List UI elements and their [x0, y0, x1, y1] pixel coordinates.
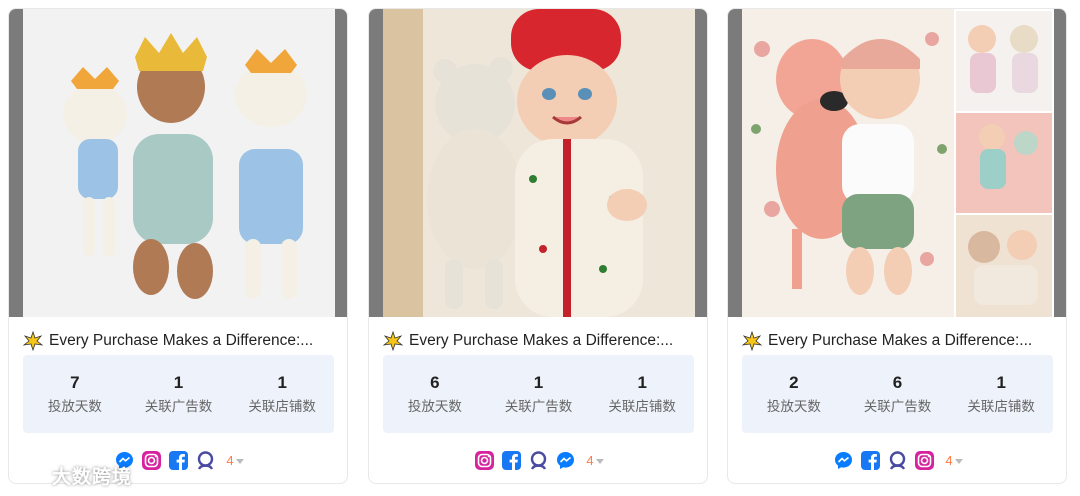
stat-label: 关联店铺数 [248, 399, 316, 414]
ad-creative-image [383, 9, 695, 317]
platform-icons: 4 [369, 449, 707, 471]
more-platforms-count: 4 [586, 452, 594, 468]
ad-stats-panel: 7 投放天数 1 关联广告数 1 关联店铺数 [23, 355, 334, 433]
ad-title-row[interactable]: Every Purchase Makes a Difference:... [742, 330, 1056, 352]
stat-delivery-days: 2 投放天数 [742, 355, 846, 433]
instagram-icon[interactable] [141, 450, 162, 471]
ad-card-grid: Every Purchase Makes a Difference:... 7 … [0, 0, 1080, 496]
more-platforms-count: 4 [226, 452, 234, 468]
stat-delivery-days: 7 投放天数 [23, 355, 127, 433]
brand-watermark: 大数跨境 [8, 460, 132, 490]
stat-linked-ads: 6 关联广告数 [846, 355, 950, 433]
stat-label: 投放天数 [407, 399, 462, 414]
sparkle-icon [742, 331, 762, 351]
watermark-text: 大数跨境 [52, 466, 133, 488]
ad-creative-media[interactable] [728, 9, 1066, 317]
stat-label: 关联广告数 [144, 399, 213, 414]
sparkle-icon [383, 331, 403, 351]
watermark-logo-icon [9, 465, 47, 484]
stat-label: 投放天数 [766, 399, 821, 414]
ad-title-row[interactable]: Every Purchase Makes a Difference:... [383, 330, 697, 352]
more-platforms-dropdown[interactable]: 4 [586, 452, 604, 468]
messenger-icon[interactable] [833, 450, 854, 471]
ad-title-row[interactable]: Every Purchase Makes a Difference:... [23, 330, 337, 352]
audience-network-icon[interactable] [887, 450, 908, 471]
stat-value: 7 [70, 373, 80, 392]
ad-title: Every Purchase Makes a Difference:... [768, 332, 1033, 349]
stat-value: 2 [789, 373, 799, 392]
facebook-icon[interactable] [501, 450, 522, 471]
facebook-icon[interactable] [168, 450, 189, 471]
stat-value: 6 [892, 373, 903, 392]
caret-down-icon [235, 458, 244, 464]
ad-card-1[interactable]: Every Purchase Makes a Difference:... 7 … [8, 8, 348, 484]
messenger-icon[interactable] [555, 450, 576, 471]
ad-title: Every Purchase Makes a Difference:... [49, 332, 314, 349]
stat-label: 投放天数 [47, 399, 102, 414]
ad-creative-image [742, 9, 1054, 317]
stat-value: 1 [173, 373, 184, 392]
stat-value: 1 [277, 373, 287, 392]
ad-creative-media[interactable] [9, 9, 347, 317]
platform-icons: 4 [728, 449, 1066, 471]
stat-label: 关联店铺数 [967, 399, 1035, 414]
facebook-icon[interactable] [860, 450, 881, 471]
stat-value: 1 [996, 373, 1006, 392]
stat-linked-stores: 1 关联店铺数 [230, 355, 334, 433]
instagram-icon[interactable] [914, 450, 935, 471]
sparkle-icon [23, 331, 43, 351]
ad-card-2[interactable]: Every Purchase Makes a Difference:... 6 … [368, 8, 708, 484]
ad-title: Every Purchase Makes a Difference:... [409, 332, 674, 349]
stat-linked-stores: 1 关联店铺数 [590, 355, 694, 433]
audience-network-icon[interactable] [195, 450, 216, 471]
stat-delivery-days: 6 投放天数 [383, 355, 487, 433]
stat-value: 1 [533, 373, 544, 392]
ad-creative-image [23, 9, 335, 317]
ad-card-3[interactable]: Every Purchase Makes a Difference:... 2 … [727, 8, 1067, 484]
instagram-icon[interactable] [474, 450, 495, 471]
stat-linked-ads: 1 关联广告数 [487, 355, 591, 433]
stat-linked-stores: 1 关联店铺数 [949, 355, 1053, 433]
more-platforms-dropdown[interactable]: 4 [945, 452, 963, 468]
caret-down-icon [954, 458, 963, 464]
caret-down-icon [595, 458, 604, 464]
ad-creative-media[interactable] [369, 9, 707, 317]
ad-stats-panel: 2 投放天数 6 关联广告数 1 关联店铺数 [742, 355, 1053, 433]
audience-network-icon[interactable] [528, 450, 549, 471]
stat-label: 关联广告数 [863, 399, 932, 414]
more-platforms-count: 4 [945, 452, 953, 468]
ad-stats-panel: 6 投放天数 1 关联广告数 1 关联店铺数 [383, 355, 694, 433]
stat-value: 1 [637, 373, 647, 392]
stat-label: 关联店铺数 [608, 399, 676, 414]
stat-linked-ads: 1 关联广告数 [127, 355, 231, 433]
stat-label: 关联广告数 [504, 399, 573, 414]
more-platforms-dropdown[interactable]: 4 [226, 452, 244, 468]
stat-value: 6 [430, 373, 440, 392]
